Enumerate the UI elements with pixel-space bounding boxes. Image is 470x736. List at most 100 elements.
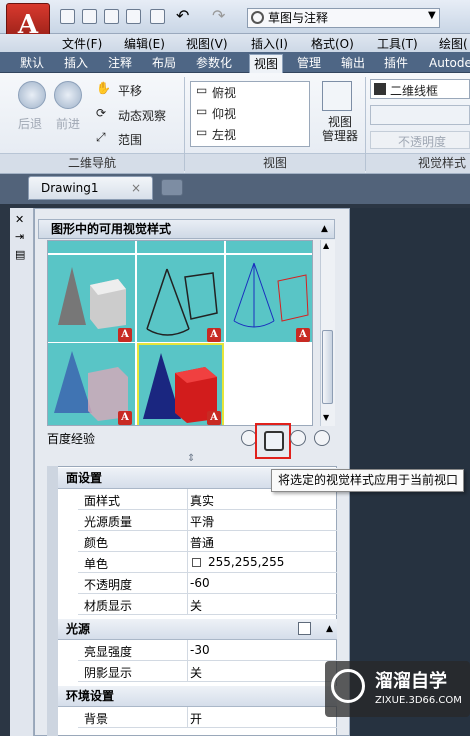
close-icon[interactable]: ×	[131, 177, 141, 199]
watermark-name: 溜溜自学	[375, 671, 447, 692]
collapse-icon[interactable]: ▲	[326, 619, 333, 639]
autohide-icon[interactable]: ⇥	[15, 230, 24, 243]
scrollbar-thumb[interactable]	[322, 330, 333, 404]
menu-format[interactable]: 格式(O)	[311, 35, 354, 52]
save-icon[interactable]	[104, 9, 119, 24]
prop-value[interactable]: 真实	[190, 492, 214, 509]
tab-annotate[interactable]: 注释	[104, 54, 136, 73]
apply-to-viewport-button[interactable]	[255, 423, 291, 459]
prop-label: 光源质量	[84, 515, 133, 529]
tab-manage[interactable]: 管理	[293, 54, 325, 73]
prop-value[interactable]: 关	[190, 664, 202, 681]
prop-row[interactable]: 亮显强度 -30	[78, 640, 337, 661]
prop-label: 材质显示	[84, 599, 133, 613]
prop-row[interactable]: 颜色 普通	[78, 531, 337, 552]
orbit-icon: ⟳	[96, 106, 107, 120]
tab-layout[interactable]: 布局	[148, 54, 180, 73]
visual-style-value: 二维线框	[390, 84, 439, 98]
visual-tools-row[interactable]	[370, 105, 470, 125]
prop-row[interactable]: 材质显示 关	[78, 594, 337, 615]
chevron-down-icon[interactable]: ▼	[428, 10, 436, 21]
prop-value[interactable]: 普通	[190, 534, 214, 551]
lighting-settings-icon[interactable]	[298, 622, 311, 635]
view-item-top[interactable]: 俯视	[212, 84, 236, 101]
back-icon[interactable]	[18, 81, 46, 109]
prop-label: 单色	[84, 557, 109, 571]
prop-value[interactable]: -30	[190, 643, 210, 657]
plot-icon[interactable]	[150, 9, 165, 24]
saveas-icon[interactable]	[126, 9, 141, 24]
tab-autodesk[interactable]: Autode	[425, 54, 470, 73]
tab-plugins[interactable]: 插件	[380, 54, 412, 73]
view-item-bottom[interactable]: 仰视	[212, 105, 236, 122]
autocad-badge-icon: A	[118, 411, 132, 425]
extents-icon: ⤢	[96, 130, 106, 144]
prop-row[interactable]: 不透明度 -60	[78, 573, 337, 594]
menu-edit[interactable]: 编辑(E)	[124, 35, 165, 52]
palette-titlebar: ✕ ⇥ ▤	[10, 208, 34, 736]
document-tab-label: Drawing1	[41, 181, 99, 195]
scroll-up-icon[interactable]: ▲	[323, 241, 329, 250]
collapse-icon[interactable]: ▲	[321, 220, 328, 238]
tab-default[interactable]: 默认	[16, 54, 48, 73]
prop-value[interactable]: 开	[190, 710, 202, 727]
scroll-down-icon[interactable]: ▼	[323, 413, 329, 422]
tab-parametric[interactable]: 参数化	[192, 54, 236, 73]
menu-file[interactable]: 文件(F)	[62, 35, 102, 52]
divider	[187, 531, 188, 552]
tab-view[interactable]: 视图	[249, 54, 284, 73]
prop-value[interactable]: 平滑	[190, 513, 214, 530]
style-thumb[interactable]	[226, 241, 312, 253]
menu-tools[interactable]: 工具(T)	[377, 35, 418, 52]
prop-row[interactable]: 面样式 真实	[78, 489, 337, 510]
divider	[187, 573, 188, 594]
delete-style-icon[interactable]	[314, 430, 330, 446]
view-manager-button[interactable]: 视图 管理器	[318, 115, 362, 143]
menu-draw[interactable]: 绘图(	[439, 35, 468, 52]
palette-header[interactable]: 图形中的可用视觉样式 ▲	[38, 219, 335, 239]
autocad-badge-icon: A	[207, 411, 221, 425]
undo-icon[interactable]: ↶	[176, 6, 189, 25]
section-title: 面设置	[66, 471, 103, 485]
prop-row[interactable]: 单色 255,255,255	[78, 552, 337, 573]
orbit-button[interactable]: 动态观察	[118, 107, 166, 124]
close-icon[interactable]: ✕	[15, 213, 24, 226]
view-manager-icon[interactable]	[322, 81, 352, 111]
pan-button[interactable]: 平移	[118, 82, 142, 99]
prop-row[interactable]: 光源质量 平滑	[78, 510, 337, 531]
watermark: 溜溜自学 ZIXUE.3D66.COM	[325, 661, 470, 717]
open-icon[interactable]	[82, 9, 97, 24]
prop-row[interactable]: 阴影显示 关	[78, 661, 337, 682]
prop-value[interactable]: -60	[190, 576, 210, 590]
tab-output[interactable]: 输出	[337, 54, 369, 73]
new-tab-button[interactable]	[161, 179, 183, 196]
views-list[interactable]	[190, 81, 310, 147]
resize-grip-icon[interactable]: ⇕	[187, 453, 195, 464]
section-environment[interactable]: 环境设置	[58, 686, 337, 707]
menu-insert[interactable]: 插入(I)	[251, 35, 288, 52]
workspace-dropdown[interactable]: 草图与注释	[247, 8, 440, 28]
redo-icon[interactable]: ↷	[212, 6, 225, 25]
menu-view[interactable]: 视图(V)	[186, 35, 228, 52]
palette-status-text: 百度经验	[47, 432, 96, 446]
properties-icon[interactable]: ▤	[15, 248, 25, 261]
visual-style-gallery[interactable]: A A A A A	[47, 240, 313, 426]
extents-button[interactable]: 范围	[118, 131, 142, 148]
tab-insert[interactable]: 插入	[60, 54, 92, 73]
watermark-logo-icon	[331, 669, 365, 703]
export-to-palette-icon[interactable]	[290, 430, 306, 446]
prop-value[interactable]: 关	[190, 597, 202, 614]
prop-value[interactable]: 255,255,255	[208, 555, 284, 569]
style-thumb[interactable]	[48, 241, 135, 253]
view-item-left[interactable]: 左视	[212, 126, 236, 143]
divider	[187, 510, 188, 531]
divider	[187, 707, 188, 728]
prop-label: 背景	[84, 712, 109, 726]
style-thumb[interactable]	[137, 241, 224, 253]
new-icon[interactable]	[60, 9, 75, 24]
prop-label: 阴影显示	[84, 666, 133, 680]
prop-row[interactable]: 背景 开	[78, 707, 337, 728]
section-lighting[interactable]: 光源 ▲	[58, 619, 337, 640]
forward-icon[interactable]	[54, 81, 82, 109]
document-tab[interactable]: Drawing1 ×	[28, 176, 153, 200]
